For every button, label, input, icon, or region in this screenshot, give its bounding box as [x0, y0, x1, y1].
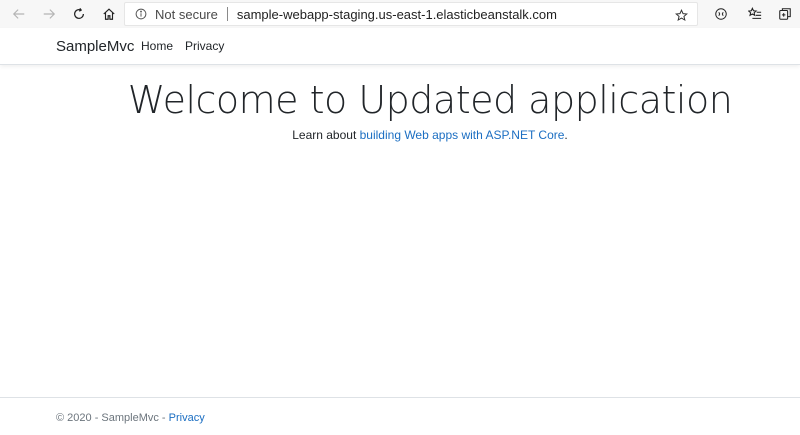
favorite-star-button[interactable] — [671, 5, 691, 25]
footer-privacy-link[interactable]: Privacy — [169, 412, 205, 424]
back-arrow-icon — [12, 9, 25, 19]
nav-link-home[interactable]: Home — [141, 39, 173, 53]
home-button[interactable] — [94, 0, 124, 28]
refresh-icon — [74, 7, 84, 19]
address-bar[interactable]: Not secure sample-webapp-staging.us-east… — [124, 2, 698, 26]
browser-tools — [706, 0, 800, 28]
site-navbar: SampleMvc Home Privacy — [0, 28, 800, 65]
learn-prefix: Learn about — [292, 128, 360, 142]
reading-view-icon — [715, 8, 727, 20]
url-text[interactable]: sample-webapp-staging.us-east-1.elasticb… — [237, 7, 557, 22]
collections-button[interactable] — [770, 0, 800, 28]
favorites-list-button[interactable] — [740, 0, 770, 28]
security-label[interactable]: Not secure — [155, 7, 218, 22]
favorite-star-icon — [674, 8, 688, 21]
learn-suffix: . — [564, 128, 568, 142]
refresh-button[interactable] — [64, 0, 94, 28]
info-icon[interactable] — [129, 3, 153, 25]
aspnet-docs-link[interactable]: building Web apps with ASP.NET Core — [360, 128, 565, 142]
nav-links: Home Privacy — [141, 39, 236, 53]
footer-text: © 2020 - SampleMvc - Privacy — [56, 412, 205, 424]
address-divider — [226, 7, 228, 21]
learn-text: Learn about building Web apps with ASP.N… — [0, 128, 800, 142]
favorites-list-icon — [748, 7, 762, 19]
forward-button[interactable] — [34, 0, 64, 28]
reading-view-button[interactable] — [706, 0, 736, 28]
page-title: Welcome to Updated application — [127, 78, 733, 122]
forward-arrow-icon — [43, 9, 56, 19]
footer-copyright: © 2020 - SampleMvc - — [56, 412, 169, 424]
back-button[interactable] — [4, 0, 34, 28]
brand-link[interactable]: SampleMvc — [56, 38, 134, 55]
collections-icon — [779, 8, 791, 20]
home-icon — [103, 8, 115, 20]
nav-link-privacy[interactable]: Privacy — [185, 39, 224, 53]
footer: © 2020 - SampleMvc - Privacy — [0, 397, 800, 435]
browser-toolbar: Not secure sample-webapp-staging.us-east… — [0, 0, 800, 28]
